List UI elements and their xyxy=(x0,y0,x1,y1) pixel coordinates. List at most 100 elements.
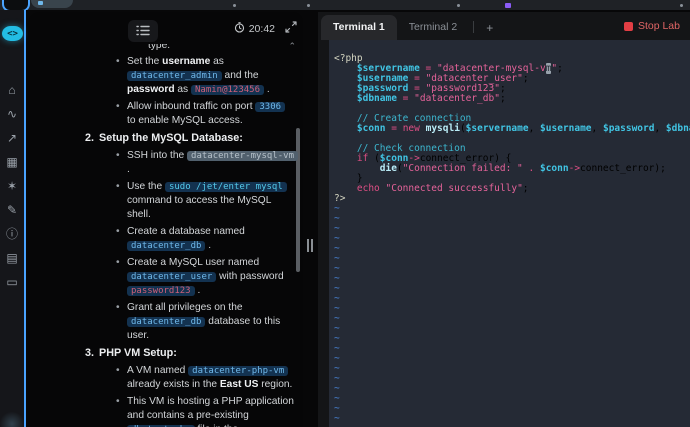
favicon-fragment xyxy=(38,1,43,5)
inline-code-chip: Namin@123456 xyxy=(190,85,265,95)
vim-tilde: ~ xyxy=(334,333,340,344)
tab-divider xyxy=(473,21,475,33)
terminal-tabs: Terminal 1 Terminal 2 xyxy=(321,15,469,40)
chat-icon[interactable]: ▭ xyxy=(4,276,20,289)
section-number: 3. xyxy=(85,347,95,359)
library-icon[interactable]: ▤ xyxy=(4,252,20,265)
vim-tilde: ~ xyxy=(334,363,340,374)
terminal-tab-terminal-2[interactable]: Terminal 2 xyxy=(397,15,469,40)
vim-tilde: ~ xyxy=(334,283,340,294)
timer-value: 20:42 xyxy=(248,23,275,35)
favicon-fragment-purple xyxy=(505,3,511,8)
browser-tab-fragment xyxy=(31,0,73,8)
vim-tilde: ~ xyxy=(334,343,340,354)
sidebar-bottom-glow xyxy=(0,411,24,427)
bullet-dot: • xyxy=(116,181,120,192)
vim-tilde: ~ xyxy=(334,313,340,324)
vim-tilde: ~ xyxy=(334,393,340,404)
panel-resize-handle[interactable] xyxy=(307,239,313,252)
bullet-dot: • xyxy=(116,101,120,112)
section-heading: 3. PHP VM Setup: xyxy=(85,346,308,361)
instructions-content: type. • Set the username as datacenter_admi… xyxy=(80,44,308,427)
vim-tilde: ~ xyxy=(334,383,340,394)
clipped-text-line: type. xyxy=(148,44,171,51)
inline-code-chip: datacenter-php-vm xyxy=(188,366,289,376)
instruction-bullet: • Create a database named datacenter_db . xyxy=(80,225,308,253)
expand-panel-button[interactable] xyxy=(283,21,298,36)
vim-tilde: ~ xyxy=(334,303,340,314)
terminal-panel: Terminal 1 Terminal 2 + Stop Lab <?php $s… xyxy=(318,12,690,427)
terminal-editor[interactable]: <?php $servername = "datacenter-mysql-vm… xyxy=(329,40,690,427)
vim-tilde: ~ xyxy=(334,253,340,264)
instructions-panel: 20:42 ⌃ type. • Set the username as datacen… xyxy=(28,12,303,427)
code-line: $conn = new mysqli($servername, $usernam… xyxy=(356,123,690,134)
progress-icon[interactable]: ↗ xyxy=(4,132,20,145)
bullet-dot: • xyxy=(116,257,120,268)
instruction-bullet: • Create a MySQL user named datacenter_use… xyxy=(80,256,308,298)
browser-tab-strip xyxy=(0,0,690,10)
bullet-dot: • xyxy=(116,396,120,407)
browser-active-tab-fragment xyxy=(2,0,30,10)
favicon-dot xyxy=(457,4,460,7)
section-title: PHP VM Setup: xyxy=(99,347,177,359)
new-terminal-button[interactable]: + xyxy=(480,20,499,36)
code-line: die("Connection failed: " . $conn->conne… xyxy=(379,163,666,174)
bullet-text: Allow inbound traffic on port 3306 to ena… xyxy=(127,100,303,128)
expand-icon xyxy=(284,21,297,36)
screen: <> ⌂ ∿ ↗ ▦ ✶ ✎ ⓘ ▤ ▭ 20:42 ⌃ type. • Set the usern… xyxy=(0,0,690,427)
vim-tilde: ~ xyxy=(334,373,340,384)
home-icon[interactable]: ⌂ xyxy=(4,84,20,97)
bullet-dot: • xyxy=(116,56,120,67)
vim-tilde: ~ xyxy=(334,353,340,364)
vim-tilde: ~ xyxy=(334,243,340,254)
inline-code-chip: datacenter_user xyxy=(127,272,217,282)
app-sidebar: <> ⌂ ∿ ↗ ▦ ✶ ✎ ⓘ ▤ ▭ xyxy=(0,10,26,427)
vim-tilde: ~ xyxy=(334,413,340,424)
vim-tilde: ~ xyxy=(334,203,340,214)
favicon-dot xyxy=(307,4,310,7)
outline-toggle-button[interactable] xyxy=(128,20,158,42)
code-line: $dbname = "datacenter_db"; xyxy=(356,93,506,104)
section-number: 2. xyxy=(85,132,95,144)
vim-tilde: ~ xyxy=(334,293,340,304)
bullet-text: SSH into the datacenter-mysql-vm . xyxy=(127,149,303,177)
terminal-tab-bar: Terminal 1 Terminal 2 + Stop Lab xyxy=(318,12,690,40)
inline-code-chip: datacenter_admin xyxy=(127,71,222,81)
instruction-bullet: • Allow inbound traffic on port 3306 to en… xyxy=(80,100,308,128)
section-heading: 2. Setup the MySQL Database: xyxy=(85,131,308,146)
app-logo-icon[interactable]: <> xyxy=(2,26,23,41)
bullet-dot: • xyxy=(116,365,120,376)
vim-tilde: ~ xyxy=(334,323,340,334)
vim-tilde-column: ~~~~~~~~~~~~~~~~~~~~~~~ xyxy=(334,204,690,427)
vim-tilde: ~ xyxy=(334,223,340,234)
leaderboard-icon[interactable]: ✶ xyxy=(4,180,20,193)
bullet-dot: • xyxy=(116,150,120,161)
feedback-icon[interactable]: ✎ xyxy=(4,204,20,217)
inline-code-chip: password123 xyxy=(127,286,195,296)
vim-tilde: ~ xyxy=(334,263,340,274)
bullet-text: This VM is hosting a PHP application and … xyxy=(127,395,303,427)
terminal-tab-terminal-1[interactable]: Terminal 1 xyxy=(321,15,397,40)
stop-lab-label: Stop Lab xyxy=(637,20,680,32)
bullet-text: Create a MySQL user named datacenter_user… xyxy=(127,257,284,296)
schedule-icon[interactable]: ▦ xyxy=(4,156,20,169)
instruction-bullet: • Grant all privileges on the datacenter_d… xyxy=(80,301,308,343)
vim-tilde: ~ xyxy=(334,273,340,284)
bullet-text: Grant all privileges on the datacenter_db… xyxy=(127,302,281,341)
bullet-dot: • xyxy=(116,302,120,313)
stop-lab-button[interactable]: Stop Lab xyxy=(623,20,680,32)
inline-code-chip: sudo /jet/enter mysql xyxy=(164,182,287,192)
bullet-text: Create a database named datacenter_db . xyxy=(127,226,245,251)
stop-icon xyxy=(623,21,633,31)
sidebar-icon-list: ⌂ ∿ ↗ ▦ ✶ ✎ ⓘ ▤ ▭ xyxy=(0,84,24,289)
instruction-bullet: • SSH into the datacenter-mysql-vm . xyxy=(80,149,308,177)
code-block: <?php $servername = "datacenter-mysql-vm… xyxy=(334,54,690,204)
favicon-dot xyxy=(680,4,683,7)
learning-path-icon[interactable]: ∿ xyxy=(4,108,20,121)
inline-code-chip: datacenter_db xyxy=(127,317,206,327)
list-icon xyxy=(136,24,150,39)
inline-code-chip: 3306 xyxy=(255,102,286,112)
favicon-dot xyxy=(233,4,236,7)
info-icon[interactable]: ⓘ xyxy=(4,228,20,241)
clock-icon xyxy=(234,22,245,36)
